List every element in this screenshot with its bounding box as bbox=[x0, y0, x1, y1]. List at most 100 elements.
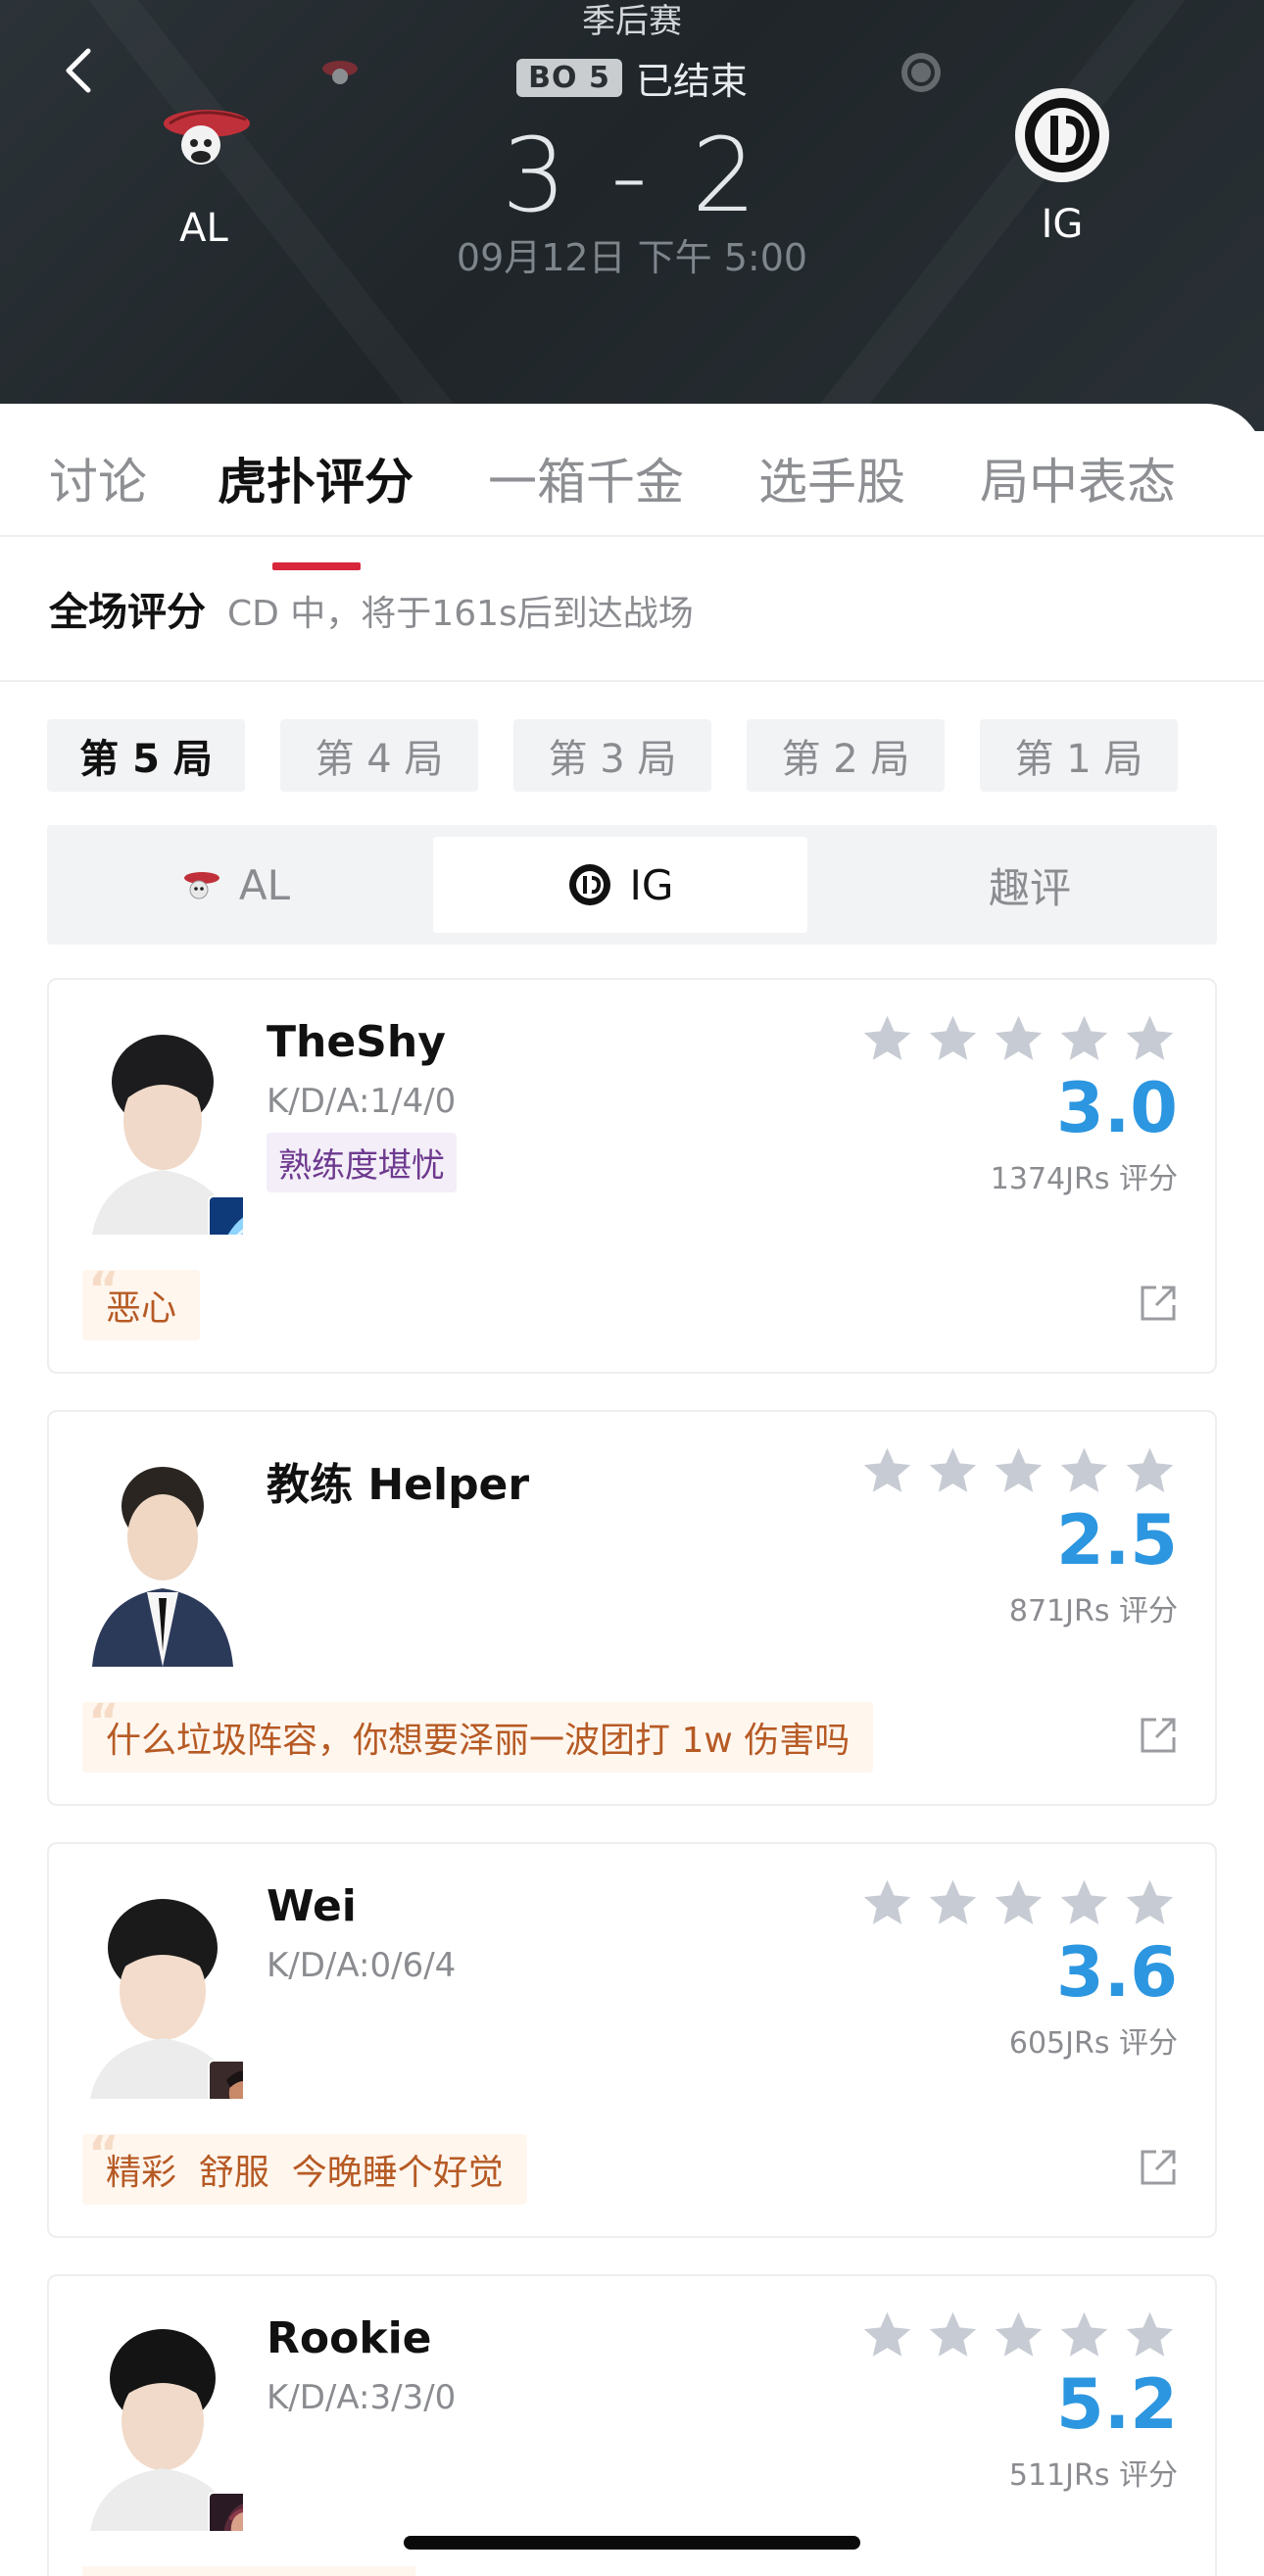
player-kda: K/D/A:0/6/4 bbox=[267, 1946, 457, 1985]
player-name: TheShy bbox=[267, 1017, 446, 1067]
quote-mark-icon: “ bbox=[88, 1694, 120, 1749]
star-icon[interactable] bbox=[1056, 1011, 1112, 1067]
star-icon[interactable] bbox=[1122, 2308, 1178, 2363]
home-indicator[interactable] bbox=[404, 2536, 860, 2550]
game-chip-1[interactable]: 第 1 局 bbox=[980, 719, 1178, 792]
star-icon[interactable] bbox=[991, 1443, 1046, 1499]
team-left-name: AL bbox=[179, 206, 228, 251]
match-header: 季后赛 BO 5 已结束 3 - 2 09月12日 下午 5:00 AL IG bbox=[0, 0, 1264, 431]
tab-live-vote[interactable]: 局中表态 bbox=[980, 443, 1176, 513]
team-right-name: IG bbox=[1041, 202, 1084, 247]
player-tag: 熟练度堪忧 bbox=[267, 1133, 457, 1192]
player-avatar bbox=[82, 1013, 243, 1235]
ig-small-logo-icon bbox=[568, 864, 610, 905]
game-chip-4[interactable]: 第 4 局 bbox=[280, 719, 478, 792]
star-icon[interactable] bbox=[1122, 1011, 1178, 1067]
player-card[interactable]: TheShy K/D/A:1/4/0 熟练度堪忧 3.0 1374JRs 评分 … bbox=[47, 978, 1217, 1374]
rating-count: 1374JRs 评分 bbox=[990, 1162, 1178, 1196]
star-icon[interactable] bbox=[1056, 1443, 1112, 1499]
player-kda: K/D/A:1/4/0 bbox=[267, 1082, 457, 1121]
segment-fun-comments[interactable]: 趣评 bbox=[843, 837, 1217, 933]
game-chip-5[interactable]: 第 5 局 bbox=[47, 719, 245, 792]
player-name: Rookie bbox=[267, 2313, 432, 2363]
star-icon[interactable] bbox=[991, 1875, 1046, 1931]
player-card[interactable]: Rookie K/D/A:3/3/0 5.2 511JRs 评分 bbox=[47, 2274, 1217, 2576]
player-name: 教练 Helper bbox=[267, 1460, 530, 1510]
star-icon[interactable] bbox=[859, 2308, 915, 2363]
segment-al-label: AL bbox=[238, 860, 291, 909]
player-rating: 5.2 bbox=[1055, 2364, 1178, 2445]
share-icon[interactable] bbox=[1137, 2146, 1180, 2189]
tab-discussion[interactable]: 讨论 bbox=[49, 443, 147, 513]
al-logo-icon bbox=[164, 110, 250, 165]
tab-hupu-rating[interactable]: 虎扑评分 bbox=[218, 443, 413, 513]
star-rating-input[interactable] bbox=[859, 1443, 1178, 1499]
player-rating: 2.5 bbox=[1055, 1500, 1178, 1580]
top-comment-text: 精彩 舒服 今晚睡个好觉 bbox=[106, 2153, 504, 2193]
share-icon[interactable] bbox=[1137, 1714, 1180, 1757]
star-icon[interactable] bbox=[925, 2308, 981, 2363]
player-avatar bbox=[82, 1877, 243, 2099]
quote-mark-icon: “ bbox=[88, 2126, 120, 2181]
player-rating: 3.0 bbox=[1055, 1068, 1178, 1148]
star-icon[interactable] bbox=[1056, 1875, 1112, 1931]
team-right[interactable]: IG bbox=[984, 86, 1141, 247]
player-avatar bbox=[82, 2309, 243, 2531]
coach-avatar bbox=[82, 1445, 243, 1667]
mage-champion-icon bbox=[208, 2492, 243, 2531]
star-icon[interactable] bbox=[991, 1011, 1046, 1067]
rating-count: 511JRs 评分 bbox=[1008, 2458, 1178, 2493]
divider bbox=[0, 680, 1264, 682]
star-icon[interactable] bbox=[1122, 1875, 1178, 1931]
tab-bar: 讨论 虎扑评分 一箱千金 选手股 局中表态 bbox=[0, 443, 1264, 570]
game-chip-2[interactable]: 第 2 局 bbox=[747, 719, 945, 792]
segment-ig[interactable]: IG bbox=[433, 837, 807, 933]
segment-al[interactable]: AL bbox=[47, 837, 421, 933]
game-chip-3[interactable]: 第 3 局 bbox=[513, 719, 711, 792]
top-comment[interactable]: “ 什么垃圾阵容，你想要泽丽一波团打 1w 伤害吗 bbox=[82, 1694, 874, 1773]
star-rating-input[interactable] bbox=[859, 2308, 1178, 2363]
player-kda: K/D/A:3/3/0 bbox=[267, 2378, 457, 2417]
overall-title: 全场评分 bbox=[49, 590, 206, 635]
star-rating-input[interactable] bbox=[859, 1011, 1178, 1067]
status-text: 已结束 bbox=[635, 60, 748, 103]
star-icon[interactable] bbox=[925, 1443, 981, 1499]
player-card[interactable]: Wei K/D/A:0/6/4 3.6 605JRs 评分 “ 精彩 舒服 今晚… bbox=[47, 1842, 1217, 2238]
top-comment-partial bbox=[82, 2566, 415, 2576]
top-comment[interactable]: “ 恶心 bbox=[82, 1262, 201, 1340]
player-rating: 3.6 bbox=[1055, 1932, 1178, 2013]
star-rating-input[interactable] bbox=[859, 1875, 1178, 1931]
rating-count: 871JRs 评分 bbox=[1008, 1594, 1178, 1628]
star-icon[interactable] bbox=[859, 1875, 915, 1931]
game-selector: 第 5 局 第 4 局 第 3 局 第 2 局 第 1 局 bbox=[47, 719, 1178, 792]
star-icon[interactable] bbox=[925, 1875, 981, 1931]
team-left[interactable]: AL bbox=[125, 86, 282, 251]
coach-photo-icon bbox=[82, 1445, 243, 1667]
star-icon[interactable] bbox=[859, 1011, 915, 1067]
segment-ig-label: IG bbox=[629, 860, 674, 909]
player-card[interactable]: 教练 Helper 2.5 871JRs 评分 “ 什么垃圾阵容，你想要泽丽一波… bbox=[47, 1410, 1217, 1806]
warrior-champion-icon bbox=[208, 2060, 243, 2099]
tab-player-stock[interactable]: 选手股 bbox=[758, 443, 905, 513]
bo-badge: BO 5 bbox=[516, 59, 622, 97]
ice-bird-champion-icon bbox=[208, 1195, 243, 1235]
segment-fun-label: 趣评 bbox=[988, 863, 1071, 912]
share-icon[interactable] bbox=[1137, 1282, 1180, 1325]
tab-treasure-box[interactable]: 一箱千金 bbox=[488, 443, 684, 513]
star-icon[interactable] bbox=[1056, 2308, 1112, 2363]
quote-mark-icon: “ bbox=[88, 1262, 120, 1317]
rating-count: 605JRs 评分 bbox=[1008, 2026, 1178, 2061]
star-icon[interactable] bbox=[1122, 1443, 1178, 1499]
overall-cd-note: CD 中，将于161s后到达战场 bbox=[227, 594, 694, 634]
top-comment[interactable]: “ 精彩 舒服 今晚睡个好觉 bbox=[82, 2126, 527, 2205]
ig-logo-icon bbox=[1015, 88, 1109, 182]
al-small-logo-icon bbox=[183, 872, 219, 899]
star-icon[interactable] bbox=[859, 1443, 915, 1499]
star-icon[interactable] bbox=[925, 1011, 981, 1067]
top-comment-text: 什么垃圾阵容，你想要泽丽一波团打 1w 伤害吗 bbox=[106, 1721, 851, 1761]
team-segment-control: AL IG 趣评 bbox=[47, 825, 1217, 945]
league-label: 季后赛 bbox=[582, 2, 682, 41]
divider bbox=[0, 535, 1264, 537]
star-icon[interactable] bbox=[991, 2308, 1046, 2363]
player-name: Wei bbox=[267, 1881, 357, 1931]
